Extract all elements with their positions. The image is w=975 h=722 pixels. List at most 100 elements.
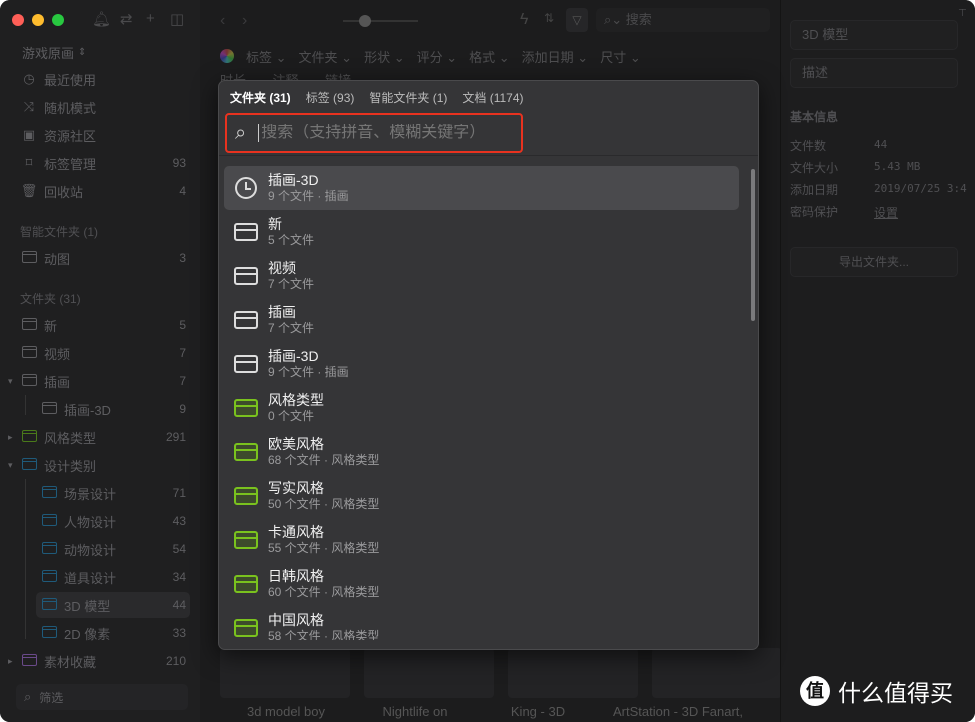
sidebar-folder[interactable]: 插画-3D 9: [40, 396, 190, 422]
color-filter-icon[interactable]: [220, 49, 234, 63]
minimize-button[interactable]: [32, 14, 44, 26]
close-button[interactable]: [12, 14, 24, 26]
updown-icon: ⇕: [78, 46, 87, 58]
sidebar-folder[interactable]: 场景设计 71: [40, 480, 190, 506]
library-name: 游戏原画: [22, 45, 75, 61]
password-setup-link[interactable]: 设置: [874, 204, 898, 221]
popup-tab[interactable]: 智能文件夹 (1): [369, 89, 447, 106]
result-item[interactable]: 插画 7 个文件: [224, 298, 739, 342]
green-folder-icon: [234, 487, 258, 505]
smart-folder-item[interactable]: 动图 3: [20, 245, 190, 271]
folder-label: 风格类型: [44, 430, 97, 446]
disclosure-icon[interactable]: ▾: [8, 376, 13, 387]
result-meta: 55 个文件 · 风格类型: [268, 541, 380, 555]
popup-search-input[interactable]: [258, 124, 509, 142]
sidebar-nav-item[interactable]: ▣ 资源社区: [20, 122, 190, 148]
filter-dropdown[interactable]: 评分 ⌄: [417, 47, 458, 66]
result-item[interactable]: 新5 个文件: [224, 210, 739, 254]
popup-tab[interactable]: 标签 (93): [306, 89, 355, 106]
result-item[interactable]: 日韩风格 60 个文件 · 风格类型: [224, 562, 739, 606]
sidebar-folder[interactable]: 3D 模型 44: [36, 592, 190, 618]
sidebar-toggle-icon[interactable]: ◫: [170, 10, 184, 28]
sidebar-folder[interactable]: 人物设计 43: [40, 508, 190, 534]
export-folder-button[interactable]: 导出文件夹...: [790, 247, 958, 277]
disclosure-icon[interactable]: ▸: [8, 432, 13, 443]
folder-label: 新: [44, 318, 58, 334]
result-item[interactable]: 风格类型 0 个文件: [224, 386, 739, 430]
bell-icon[interactable]: 🔔︎: [92, 10, 111, 28]
filter-input[interactable]: ⌕ 筛选: [16, 684, 188, 710]
pin-icon[interactable]: ⊤: [958, 8, 967, 19]
folder-icon: [234, 267, 258, 285]
sidebar-folder[interactable]: ▸ 风格类型 291: [8, 424, 190, 450]
filter-icon[interactable]: ▽: [566, 8, 588, 32]
sidebar-folder[interactable]: ▾ 设计类别: [8, 452, 190, 478]
nav-label: 标签管理: [44, 156, 97, 172]
thumbnail[interactable]: [364, 648, 494, 698]
search-icon: ⌕: [24, 689, 32, 704]
folders-header: 文件夹 (31): [20, 292, 81, 306]
result-item[interactable]: 写实风格 50 个文件 · 风格类型: [224, 474, 739, 518]
sidebar-folder[interactable]: ▸ 素材收藏 210: [8, 648, 190, 674]
sync-icon[interactable]: ⇄: [120, 10, 133, 28]
filter-dropdown[interactable]: 标签 ⌄: [246, 47, 287, 66]
filter-dropdown[interactable]: 形状 ⌄: [364, 47, 405, 66]
nav-label: 最近使用: [44, 72, 97, 88]
result-item[interactable]: 欧美风格 68 个文件 · 风格类型: [224, 430, 739, 474]
filter-dropdown[interactable]: 文件夹 ⌄: [299, 47, 353, 66]
folder-icon: [40, 401, 58, 417]
smart-folder-icon: [20, 250, 38, 266]
filter-dropdown[interactable]: 添加日期 ⌄: [522, 47, 589, 66]
back-icon[interactable]: ‹: [220, 12, 225, 30]
filter-dropdown[interactable]: 格式 ⌄: [469, 47, 510, 66]
disclosure-icon[interactable]: ▾: [8, 460, 13, 471]
description-field[interactable]: 描述: [790, 58, 958, 88]
thumbnail[interactable]: [220, 648, 350, 698]
sidebar-folder[interactable]: 视频 7: [20, 340, 190, 366]
nav-count: 93: [172, 156, 186, 170]
trash-icon: 🗑︎: [20, 183, 38, 198]
thumbnail[interactable]: [652, 648, 782, 698]
folder-icon: [20, 429, 38, 445]
folder-name-field[interactable]: 3D 模型: [790, 20, 958, 50]
folder-count: 210: [165, 654, 186, 668]
info-label: 密码保护: [790, 205, 839, 219]
popup-tab[interactable]: 文件夹 (31): [230, 89, 291, 106]
sidebar-folder[interactable]: 2D 像素 33: [40, 620, 190, 646]
thumbnail-size-slider[interactable]: [343, 15, 418, 27]
toolbar-search[interactable]: ⌕⌄ 搜索: [596, 8, 770, 32]
sidebar-nav-item[interactable]: ⤨ 随机模式: [20, 94, 190, 120]
result-item[interactable]: 卡通风格 55 个文件 · 风格类型: [224, 518, 739, 562]
sidebar-folder[interactable]: 道具设计 34: [40, 564, 190, 590]
zoom-button[interactable]: [52, 14, 64, 26]
result-meta: 68 个文件 · 风格类型: [268, 453, 380, 467]
result-item[interactable]: 中国风格 58 个文件 · 风格类型: [224, 606, 739, 640]
sort-icon[interactable]: ⇅: [544, 11, 554, 25]
popup-search[interactable]: ⌕: [225, 113, 523, 153]
folder-icon: [234, 223, 258, 241]
bolt-icon[interactable]: ϟ: [520, 11, 528, 29]
sidebar-nav-item[interactable]: ⌑ 标签管理 93: [20, 150, 190, 176]
result-item[interactable]: 插画-3D 9 个文件 · 插画: [224, 166, 739, 210]
thumbnail[interactable]: [508, 648, 638, 698]
folder-count: 71: [172, 486, 186, 500]
nav-label: 回收站: [44, 184, 84, 200]
folder-label: 视频: [44, 346, 71, 362]
forward-icon[interactable]: ›: [242, 12, 247, 30]
library-switcher[interactable]: 游戏原画 ⇕: [22, 39, 192, 65]
scrollbar[interactable]: [751, 169, 755, 321]
popup-tab[interactable]: 文档 (1174): [462, 89, 523, 106]
sidebar-folder[interactable]: ▾ 插画 7: [8, 368, 190, 394]
plus-icon[interactable]: +: [146, 10, 155, 27]
result-item[interactable]: 插画-3D 9 个文件 · 插画: [224, 342, 739, 386]
folder-icon: [20, 457, 38, 473]
sidebar-nav-item[interactable]: ◷ 最近使用: [20, 66, 190, 92]
sidebar-nav-item[interactable]: 🗑︎ 回收站 4: [20, 178, 190, 204]
sidebar-folder[interactable]: 新5: [20, 312, 190, 338]
result-item[interactable]: 视频 7 个文件: [224, 254, 739, 298]
smart-folders-header: 智能文件夹 (1): [20, 225, 99, 239]
disclosure-icon[interactable]: ▸: [8, 656, 13, 667]
sidebar-folder[interactable]: 动物设计 54: [40, 536, 190, 562]
smart-folder-label: 动图: [44, 251, 71, 267]
filter-dropdown[interactable]: 尺寸 ⌄: [600, 47, 641, 66]
